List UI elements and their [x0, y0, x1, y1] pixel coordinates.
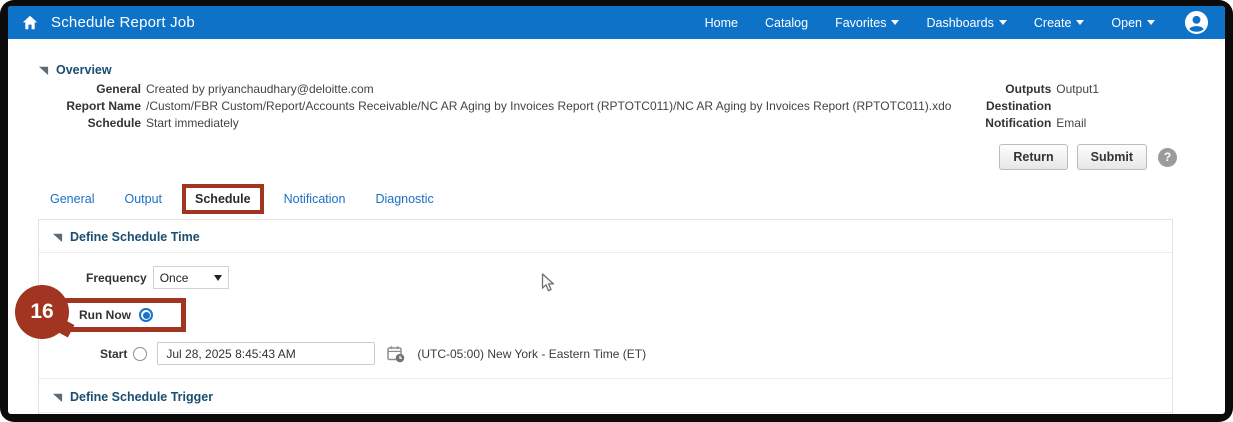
- collapse-triangle-icon[interactable]: [38, 64, 49, 76]
- tab-notification[interactable]: Notification: [284, 192, 346, 206]
- start-radio[interactable]: [133, 346, 148, 361]
- submit-button[interactable]: Submit: [1076, 144, 1147, 170]
- chevron-down-icon: [891, 20, 900, 25]
- nav-open[interactable]: Open: [1111, 16, 1155, 30]
- action-buttons-row: Return Submit ?: [8, 144, 1177, 170]
- destination-value: [1056, 99, 1099, 113]
- outputs-label: Outputs: [1005, 82, 1052, 96]
- overview-section: Overview General Created by priyanchaudh…: [38, 63, 1225, 130]
- run-now-highlight-box: Run Now: [58, 298, 186, 332]
- nav-favorites[interactable]: Favorites: [835, 16, 900, 30]
- screenshot-frame: Schedule Report Job Home Catalog Favorit…: [0, 0, 1233, 422]
- nav-home[interactable]: Home: [705, 16, 738, 30]
- dropdown-arrow-icon: [213, 274, 222, 281]
- home-icon[interactable]: [22, 15, 38, 30]
- schedule-label: Schedule: [87, 116, 141, 130]
- step-badge: 16: [15, 285, 69, 339]
- define-schedule-trigger-header: Define Schedule Trigger: [52, 390, 1172, 404]
- chevron-down-icon: [998, 20, 1007, 25]
- frequency-selected-value: Once: [159, 270, 189, 285]
- start-row: Start (UTC-05:00) New York - Eastern Tim…: [100, 342, 1172, 365]
- timezone-text: (UTC-05:00) New York - Eastern Time (ET): [417, 346, 647, 361]
- outputs-value: Output1: [1056, 82, 1099, 96]
- general-label: General: [96, 82, 141, 96]
- run-now-label: Run Now: [79, 308, 131, 322]
- nav-catalog[interactable]: Catalog: [765, 16, 808, 30]
- tab-diagnostic[interactable]: Diagnostic: [375, 192, 433, 206]
- tab-bar: General Output Schedule Notification Dia…: [50, 183, 1225, 214]
- help-icon[interactable]: ?: [1158, 147, 1177, 167]
- define-schedule-time-title: Define Schedule Time: [70, 230, 200, 244]
- user-avatar-icon[interactable]: [1184, 10, 1209, 35]
- run-now-row: 16 Run Now: [15, 285, 186, 339]
- tab-output[interactable]: Output: [124, 192, 162, 206]
- schedule-panel: Define Schedule Time Frequency Once 16 R…: [15, 219, 1173, 414]
- calendar-clock-icon[interactable]: [387, 345, 405, 363]
- collapse-triangle-icon[interactable]: [52, 391, 63, 403]
- define-schedule-trigger-title: Define Schedule Trigger: [70, 390, 214, 404]
- divider: [39, 252, 1172, 253]
- notification-label: Notification: [985, 116, 1052, 130]
- destination-label: Destination: [985, 99, 1052, 113]
- overview-title: Overview: [56, 63, 112, 77]
- step-number: 16: [30, 300, 54, 323]
- top-nav-links: Home Catalog Favorites Dashboards Create…: [705, 10, 1209, 35]
- top-navbar: Schedule Report Job Home Catalog Favorit…: [8, 6, 1225, 39]
- overview-fields-right: Outputs Output1 Destination Notification…: [973, 82, 1099, 130]
- page-title: Schedule Report Job: [51, 14, 195, 31]
- tab-general[interactable]: General: [50, 192, 94, 206]
- define-schedule-time-header: Define Schedule Time: [52, 230, 1172, 244]
- collapse-triangle-icon[interactable]: [52, 231, 63, 243]
- run-now-radio[interactable]: [139, 308, 153, 322]
- chevron-down-icon: [1147, 20, 1155, 25]
- tab-schedule[interactable]: Schedule: [182, 183, 264, 214]
- notification-value: Email: [1056, 116, 1087, 130]
- frequency-select[interactable]: Once: [152, 266, 229, 289]
- overview-header: Overview: [38, 63, 1225, 77]
- app-window: Schedule Report Job Home Catalog Favorit…: [8, 6, 1225, 414]
- divider: [39, 378, 1172, 379]
- return-button[interactable]: Return: [999, 144, 1068, 170]
- nav-create[interactable]: Create: [1034, 16, 1085, 30]
- frequency-row: Frequency Once: [86, 266, 1172, 289]
- start-datetime-input[interactable]: [157, 342, 376, 365]
- start-label: Start: [100, 346, 128, 361]
- chevron-down-icon: [1076, 20, 1085, 25]
- frequency-label: Frequency: [86, 270, 147, 285]
- divider: [39, 412, 1172, 413]
- report-name-label: Report Name: [66, 99, 141, 113]
- nav-dashboards[interactable]: Dashboards: [926, 16, 1007, 30]
